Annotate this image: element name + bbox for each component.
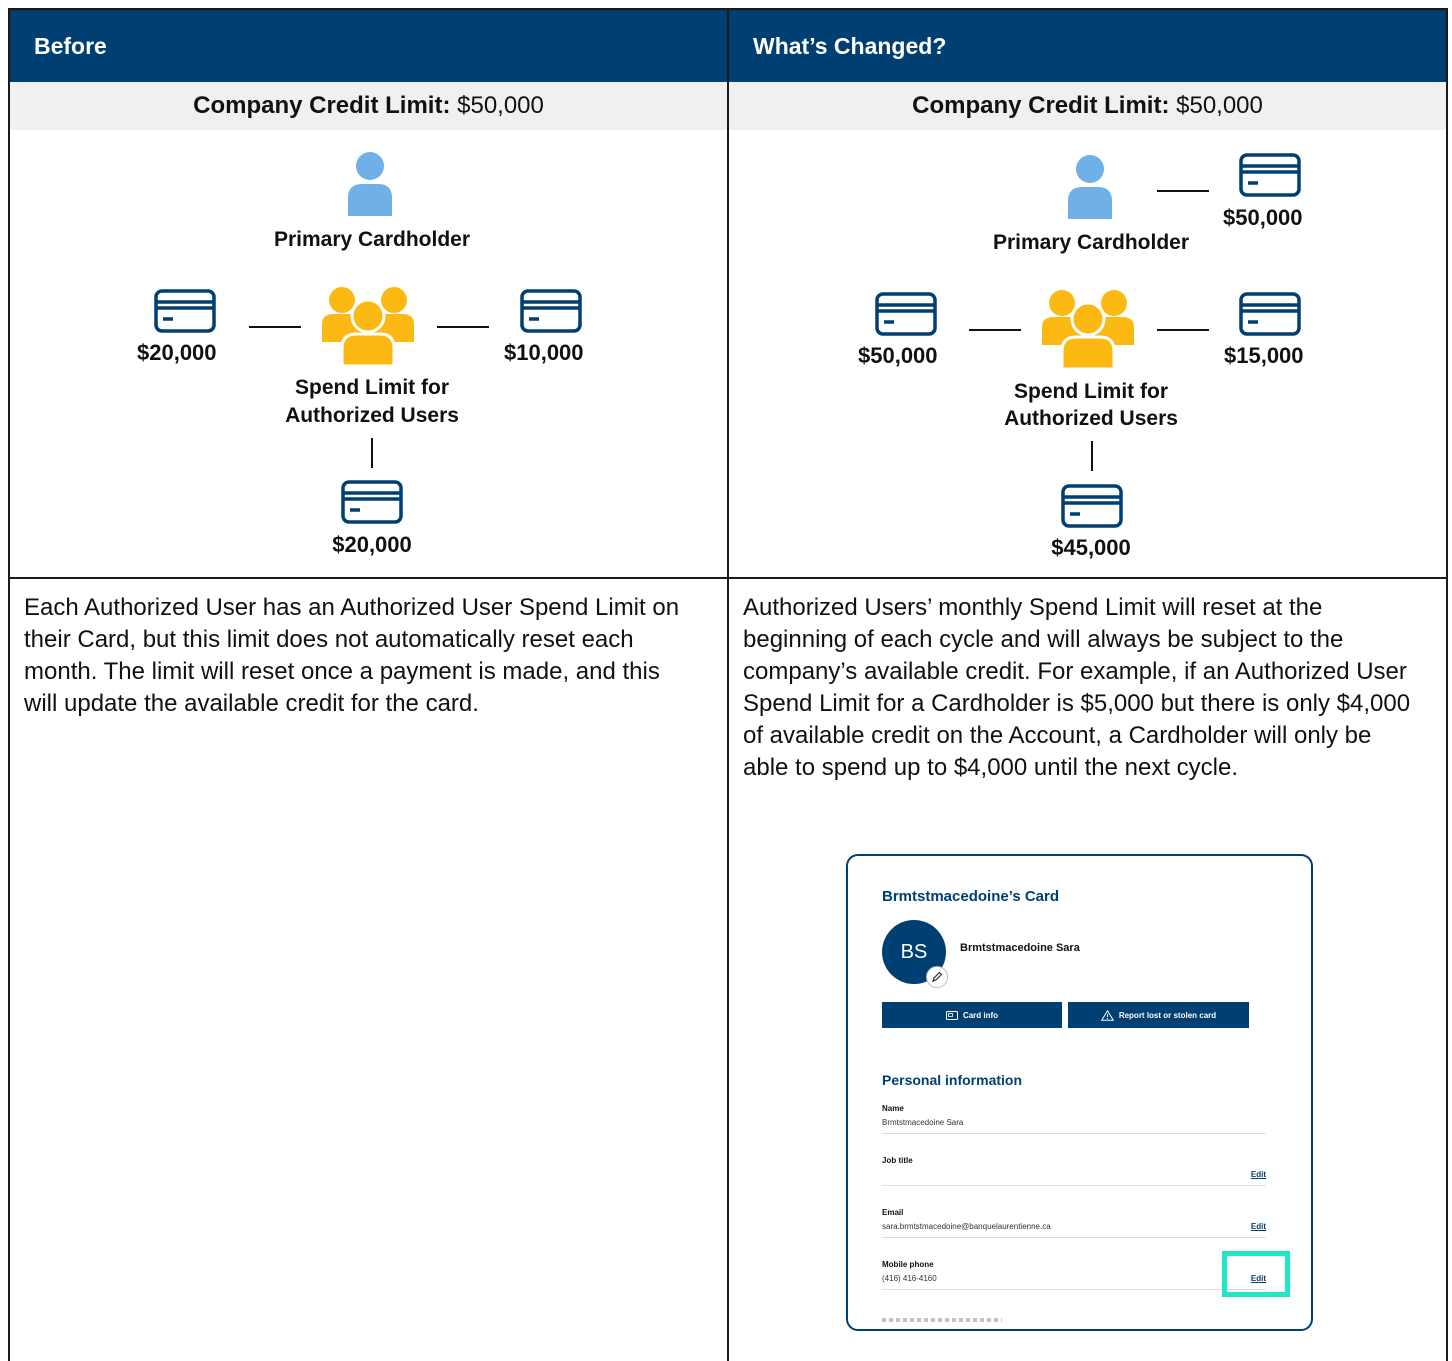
field-email: Email sara.brmtstmacedoine@banquelaurent… — [882, 1206, 1266, 1238]
card-icon — [945, 1010, 958, 1020]
spend-limit-label-line2: Authorized Users — [285, 404, 459, 427]
column-divider — [727, 10, 729, 1361]
header-whats-changed: What’s Changed? — [729, 10, 1446, 82]
spend-limit-label-line2: Authorized Users — [1004, 407, 1178, 430]
spend-limit-label-line1: Spend Limit for — [1014, 380, 1168, 403]
connector — [371, 438, 373, 468]
field-label: Job title — [882, 1156, 913, 1165]
header-before: Before — [10, 10, 727, 82]
credit-limit-value: $50,000 — [1176, 92, 1263, 119]
pencil-icon — [932, 971, 943, 982]
credit-limit-changed: Company Credit Limit: $50,000 — [729, 82, 1446, 130]
person-icon — [1068, 155, 1112, 219]
field-mobile-phone: Mobile phone (416) 416-4160 Edit — [882, 1258, 1266, 1290]
group-users-icon — [1042, 290, 1134, 369]
amount-right: $10,000 — [504, 340, 584, 365]
primary-cardholder-label: Primary Cardholder — [992, 231, 1190, 254]
card-info-button[interactable]: Card info — [882, 1002, 1062, 1028]
credit-limit-before: Company Credit Limit: $50,000 — [10, 82, 727, 130]
truncated-field — [882, 1318, 1002, 1322]
cardholder-name: Brmtstmacedoine Sara — [960, 942, 1080, 954]
report-label: Report lost or stolen card — [1118, 1010, 1217, 1020]
card-info-label: Card info — [962, 1010, 999, 1020]
credit-card-icon — [875, 292, 937, 336]
field-job-title: Job title Edit — [882, 1154, 1266, 1186]
amount-bottom: $45,000 — [1051, 535, 1131, 560]
amount-primary: $50,000 — [1223, 205, 1303, 230]
card-details-screenshot: Brmtstmacedoine’s Card BS Brmtstmacedoin… — [846, 854, 1313, 1331]
report-lost-stolen-button[interactable]: Report lost or stolen card — [1068, 1002, 1249, 1028]
amount-left: $20,000 — [137, 340, 217, 365]
connector — [969, 329, 1021, 331]
credit-card-icon — [1239, 153, 1301, 197]
field-value: Brmtstmacedoine Sara — [882, 1118, 964, 1127]
personal-info-title: Personal information — [882, 1072, 1023, 1088]
spend-limit-label-line1: Spend Limit for — [295, 376, 449, 399]
connector — [249, 326, 301, 328]
group-users-icon — [322, 287, 414, 366]
credit-card-icon — [520, 289, 582, 333]
primary-cardholder-label: Primary Cardholder — [273, 228, 471, 251]
amount-left: $50,000 — [858, 343, 938, 368]
connector — [1157, 190, 1209, 192]
field-value: sara.brmtstmacedoine@banquelaurentienne.… — [882, 1222, 1051, 1231]
credit-card-icon — [1061, 484, 1123, 528]
credit-card-icon — [1239, 292, 1301, 336]
field-value: (416) 416-4160 — [882, 1274, 937, 1283]
credit-card-icon — [154, 289, 216, 333]
amount-bottom: $20,000 — [332, 532, 412, 557]
changed-description: Authorized Users’ monthly Spend Limit wi… — [743, 594, 1411, 781]
edit-email-link[interactable]: Edit — [1251, 1222, 1266, 1231]
connector — [1157, 329, 1209, 331]
field-name: Name Brmtstmacedoine Sara — [882, 1102, 1266, 1134]
credit-card-icon — [341, 480, 403, 524]
row-divider — [10, 577, 1446, 579]
credit-limit-value: $50,000 — [457, 92, 544, 119]
diagram-before: Primary Cardholder $20,000 $10,000 Spend… — [10, 130, 727, 577]
card-title: Brmtstmacedoine’s Card — [882, 888, 1059, 905]
edit-job-title-link[interactable]: Edit — [1251, 1170, 1266, 1179]
field-label: Email — [882, 1208, 904, 1217]
highlight-box — [1222, 1251, 1290, 1297]
credit-limit-label: Company Credit Limit: — [193, 92, 451, 119]
diagram-changed: $50,000 Primary Cardholder $50,000 $15,0… — [729, 130, 1446, 577]
connector — [437, 326, 489, 328]
connector — [1091, 441, 1093, 471]
field-label: Mobile phone — [882, 1260, 934, 1269]
warning-icon — [1100, 1009, 1114, 1021]
amount-right: $15,000 — [1224, 343, 1304, 368]
credit-limit-label: Company Credit Limit: — [912, 92, 1170, 119]
field-label: Name — [882, 1104, 904, 1113]
person-icon — [348, 152, 392, 216]
avatar-edit-button[interactable] — [926, 966, 948, 988]
before-description: Each Authorized User has an Authorized U… — [24, 594, 680, 717]
